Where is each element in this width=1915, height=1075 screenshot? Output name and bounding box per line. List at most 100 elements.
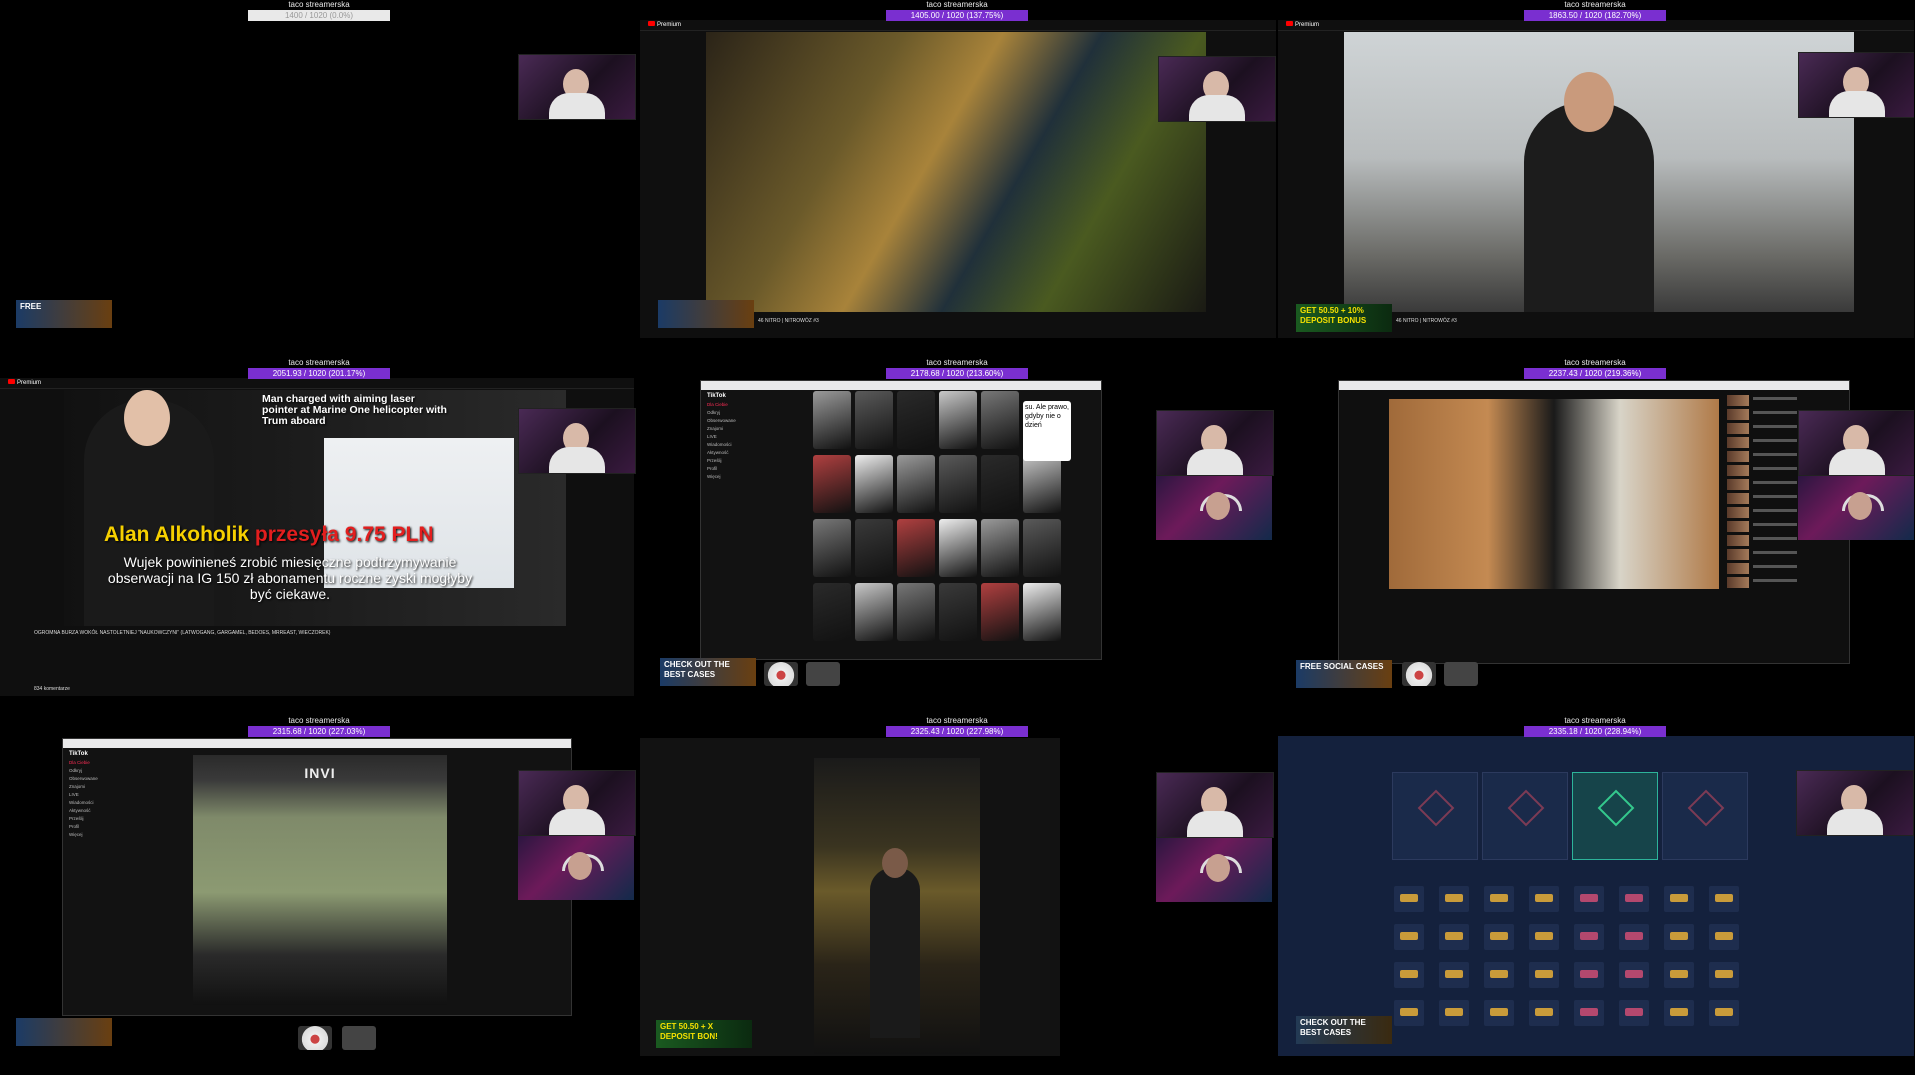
video-player[interactable] xyxy=(1389,399,1719,589)
battle-slot[interactable] xyxy=(1392,772,1478,860)
chip-icon[interactable] xyxy=(342,1026,376,1050)
stream-tile-9: taco streamerska 2335.18 / 1020 (228.94%… xyxy=(1276,716,1914,1074)
recommended-video[interactable] xyxy=(1727,451,1749,462)
video-thumbnail[interactable] xyxy=(813,455,851,513)
video-thumbnail[interactable] xyxy=(813,519,851,577)
video-thumbnail[interactable] xyxy=(855,391,893,449)
tiktok-logo[interactable]: TikTok xyxy=(707,393,791,399)
battle-slot[interactable] xyxy=(1482,772,1568,860)
video-thumbnail[interactable] xyxy=(897,583,935,641)
recommended-title-line xyxy=(1753,551,1797,554)
menu-item[interactable]: LIVE xyxy=(69,792,153,797)
ad-banner[interactable] xyxy=(658,300,754,328)
video-thumbnail[interactable] xyxy=(855,519,893,577)
menu-item[interactable]: Odkryj xyxy=(69,768,153,773)
skin-item xyxy=(1709,1000,1739,1026)
video-thumbnail[interactable] xyxy=(897,391,935,449)
recommended-video[interactable] xyxy=(1727,409,1749,420)
chip-icon[interactable] xyxy=(1402,662,1436,686)
menu-item[interactable]: LIVE xyxy=(707,434,791,439)
video-thumbnail[interactable] xyxy=(855,583,893,641)
menu-item[interactable]: Dla Ciebie xyxy=(69,760,153,765)
menu-item[interactable]: Dla Ciebie xyxy=(707,402,791,407)
video-thumbnail[interactable] xyxy=(981,583,1019,641)
skin-item xyxy=(1664,1000,1694,1026)
menu-item[interactable]: Obserwowane xyxy=(707,418,791,423)
battle-slot[interactable] xyxy=(1662,772,1748,860)
gun-icon xyxy=(1625,932,1643,940)
recommended-video[interactable] xyxy=(1727,577,1749,588)
tiktok-logo[interactable]: TikTok xyxy=(69,751,153,757)
webcam-2 xyxy=(1156,838,1272,902)
recommended-video[interactable] xyxy=(1727,493,1749,504)
ad-banner[interactable]: GET 50.50 + 10% DEPOSIT BONUS xyxy=(1296,304,1392,332)
stream-tile-8: taco streamerska 2325.43 / 1020 (227.98%… xyxy=(638,716,1276,1074)
recommended-title-line xyxy=(1753,579,1797,582)
video-player[interactable] xyxy=(706,32,1206,312)
video-thumbnail[interactable] xyxy=(939,519,977,577)
menu-item[interactable]: Aktywność xyxy=(69,808,153,813)
recommended-video[interactable] xyxy=(1727,549,1749,560)
skin-item xyxy=(1664,886,1694,912)
recommended-video[interactable] xyxy=(1727,465,1749,476)
recommended-video[interactable] xyxy=(1727,479,1749,490)
menu-item[interactable]: Prześlij xyxy=(707,458,791,463)
video-thumbnail[interactable] xyxy=(855,455,893,513)
video-thumbnail[interactable] xyxy=(981,391,1019,449)
menu-item[interactable]: Odkryj xyxy=(707,410,791,415)
menu-item[interactable]: Więcej xyxy=(69,832,153,837)
recommended-video[interactable] xyxy=(1727,535,1749,546)
menu-item[interactable]: Znajomi xyxy=(707,426,791,431)
menu-item[interactable]: Znajomi xyxy=(69,784,153,789)
youtube-logo[interactable]: Premium xyxy=(1286,21,1319,28)
menu-item[interactable]: Wiadomości xyxy=(707,442,791,447)
menu-item[interactable]: Wiadomości xyxy=(69,800,153,805)
recommended-video[interactable] xyxy=(1727,423,1749,434)
video-thumbnail[interactable] xyxy=(1023,583,1061,641)
menu-item[interactable]: Profil xyxy=(707,466,791,471)
ad-banner[interactable]: CHECK OUT THE BEST CASES xyxy=(660,658,756,686)
video-thumbnail[interactable] xyxy=(813,391,851,449)
video-thumbnail[interactable] xyxy=(813,583,851,641)
skin-item xyxy=(1574,924,1604,950)
gun-icon xyxy=(1715,894,1733,902)
youtube-logo[interactable]: Premium xyxy=(648,21,681,28)
ad-banner[interactable]: GET 50.50 + X DEPOSIT BON! xyxy=(656,1020,752,1048)
chip-icon[interactable] xyxy=(298,1026,332,1050)
chip-icon[interactable] xyxy=(806,662,840,686)
menu-item[interactable]: Więcej xyxy=(707,474,791,479)
video-thumbnail[interactable] xyxy=(897,519,935,577)
menu-item[interactable]: Prześlij xyxy=(69,816,153,821)
video-player[interactable] xyxy=(1344,32,1854,312)
recommended-video[interactable] xyxy=(1727,395,1749,406)
video-thumbnail[interactable] xyxy=(1023,519,1061,577)
ad-banner[interactable]: FREE xyxy=(16,300,112,328)
video-player[interactable] xyxy=(814,758,980,1054)
ad-banner[interactable] xyxy=(16,1018,112,1046)
menu-item[interactable]: Aktywność xyxy=(707,450,791,455)
skin-item xyxy=(1484,924,1514,950)
video-thumbnail[interactable] xyxy=(939,583,977,641)
video-thumbnail[interactable] xyxy=(939,391,977,449)
ad-banner[interactable]: FREE SOCIAL CASES xyxy=(1296,660,1392,688)
recommended-video[interactable] xyxy=(1727,563,1749,574)
gun-icon xyxy=(1535,894,1553,902)
video-player[interactable]: INVI xyxy=(193,755,447,1005)
recommended-video[interactable] xyxy=(1727,521,1749,532)
video-thumbnail[interactable] xyxy=(1023,455,1061,513)
chip-icon[interactable] xyxy=(764,662,798,686)
chip-icon[interactable] xyxy=(1444,662,1478,686)
menu-item[interactable]: Profil xyxy=(69,824,153,829)
video-thumbnail[interactable] xyxy=(981,455,1019,513)
battle-slot[interactable] xyxy=(1572,772,1658,860)
menu-item[interactable]: Obserwowane xyxy=(69,776,153,781)
skin-item xyxy=(1439,886,1469,912)
recommended-video[interactable] xyxy=(1727,507,1749,518)
grid-text-tile[interactable]: su. Ale prawo, gdyby nie o dzień xyxy=(1023,401,1071,461)
ad-banner[interactable]: CHECK OUT THE BEST CASES xyxy=(1296,1016,1392,1044)
video-thumbnail[interactable] xyxy=(939,455,977,513)
video-thumbnail[interactable] xyxy=(981,519,1019,577)
youtube-logo[interactable]: Premium xyxy=(8,379,41,386)
recommended-video[interactable] xyxy=(1727,437,1749,448)
video-thumbnail[interactable] xyxy=(897,455,935,513)
